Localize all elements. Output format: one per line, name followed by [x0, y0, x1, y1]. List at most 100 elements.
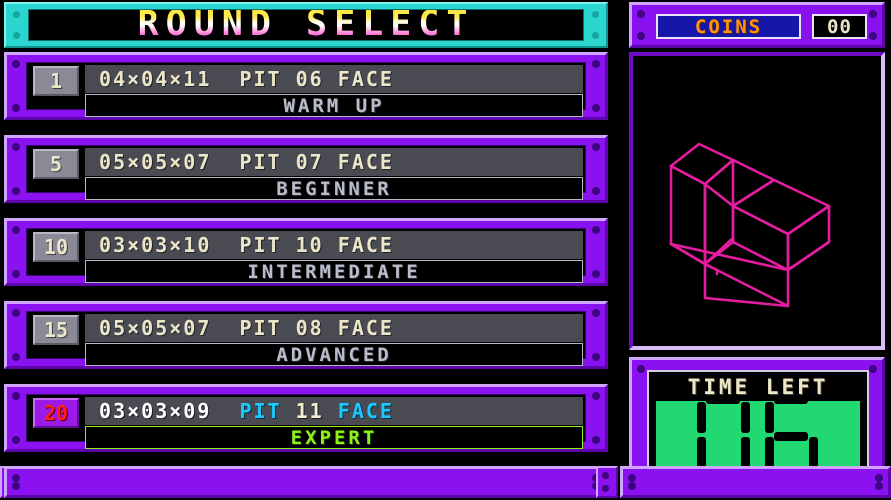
row-rivet-tr: [592, 309, 600, 317]
spec-gap: [324, 150, 338, 174]
spec-lead-space: [85, 316, 99, 340]
round-row-inner: 1 04×04×11 PIT 06 FACE WARM UP: [26, 62, 586, 117]
spec-dimensions: 04×04×11: [99, 67, 212, 91]
spec-dimensions: 05×05×07: [99, 316, 212, 340]
round-row[interactable]: 5 05×05×07 PIT 07 FACE BEGINNER: [4, 135, 608, 203]
round-name: INTERMEDIATE: [85, 260, 583, 283]
round-spec-line: 04×04×11 PIT 06 FACE: [85, 65, 583, 93]
bottom-right-bar: [620, 466, 891, 498]
spec-pit-value: 10: [295, 233, 324, 257]
round-number-badge: 20: [33, 398, 79, 428]
row-rivet-tl: [12, 226, 20, 234]
coins-label: COINS: [656, 14, 801, 39]
game-screen: ROUND SELECT 1 04×04×11 PIT 06 FACE WARM …: [0, 0, 891, 500]
spec-gap: [324, 399, 338, 423]
spec-pit-label: PIT: [239, 233, 282, 257]
spec-gap: [211, 233, 239, 257]
bottom-bar-rivet-bottom-left: [12, 482, 20, 490]
round-number-badge: 1: [33, 66, 79, 96]
row-rivet-bl: [12, 104, 20, 112]
row-rivet-br: [592, 353, 600, 361]
spec-lead-space: [85, 150, 99, 174]
round-row-inner: 20 03×03×09 PIT 11 FACE EXPERT: [26, 394, 586, 449]
round-number-badge: 15: [33, 315, 79, 345]
row-rivet-tr: [592, 143, 600, 151]
title-rivet-top-right: [592, 11, 599, 18]
round-row-inner: 5 05×05×07 PIT 07 FACE BEGINNER: [26, 145, 586, 200]
title-rivet-bottom-right: [592, 32, 599, 39]
row-rivet-tl: [12, 143, 20, 151]
mid-tab-rivet-top: [602, 472, 609, 479]
bottom-right-rivet-bottom-right: [875, 482, 883, 490]
round-row[interactable]: 20 03×03×09 PIT 11 FACE EXPERT: [4, 384, 608, 452]
round-spec-line: 05×05×07 PIT 08 FACE: [85, 314, 583, 342]
status-column: COINS 00 TIME LEFT: [620, 0, 891, 500]
bottom-right-rivet-top-right: [875, 474, 883, 482]
bottom-bar-rivet-top-left: [12, 474, 20, 482]
segment-f: [697, 402, 706, 433]
spec-gap: [211, 399, 239, 423]
spec-dimensions: 05×05×07: [99, 150, 212, 174]
spec-pit-value: 06: [295, 67, 324, 91]
segment-b: [741, 402, 750, 433]
row-rivet-bl: [12, 353, 20, 361]
spec-pit-value: 11: [295, 399, 324, 423]
spec-gap: [282, 67, 296, 91]
round-row[interactable]: 15 05×05×07 PIT 08 FACE ADVANCED: [4, 301, 608, 369]
time-rivet-top-right: [869, 365, 877, 373]
spec-gap: [324, 316, 338, 340]
row-rivet-tl: [12, 60, 20, 68]
spec-face-label: FACE: [337, 316, 394, 340]
segment-g: [774, 432, 808, 441]
segment-a: [774, 395, 808, 404]
spec-gap: [211, 150, 239, 174]
spec-face-label: FACE: [337, 67, 394, 91]
round-name: EXPERT: [85, 426, 583, 449]
round-spec-line: 03×03×09 PIT 11 FACE: [85, 397, 583, 425]
round-row[interactable]: 1 04×04×11 PIT 06 FACE WARM UP: [4, 52, 608, 120]
spec-face-label: FACE: [337, 150, 394, 174]
spec-pit-label: PIT: [239, 316, 282, 340]
segment-f: [765, 402, 774, 433]
segment-c: [741, 437, 750, 468]
row-rivet-br: [592, 104, 600, 112]
spec-pit-label: PIT: [239, 150, 282, 174]
round-number-badge: 10: [33, 232, 79, 262]
page-title: ROUND SELECT: [138, 10, 475, 40]
segment-c: [809, 437, 818, 468]
spec-dimensions: 03×03×10: [99, 233, 212, 257]
round-row-inner: 10 03×03×10 PIT 10 FACE INTERMEDIATE: [26, 228, 586, 283]
spec-gap: [211, 67, 239, 91]
time-rivet-top-left: [637, 365, 645, 373]
title-rivet-bottom-left: [13, 32, 20, 39]
coins-panel: COINS 00: [629, 2, 885, 48]
row-rivet-tl: [12, 392, 20, 400]
spec-face-label: FACE: [337, 233, 394, 257]
mid-tab-rivet-bottom: [602, 485, 609, 492]
round-select-column: ROUND SELECT 1 04×04×11 PIT 06 FACE WARM …: [0, 0, 616, 500]
bottom-right-rivet-top-left: [628, 474, 636, 482]
segment-e: [765, 437, 774, 468]
l-block-wireframe-icon: [669, 142, 831, 308]
bottom-left-bar: [4, 466, 608, 498]
time-lcd-screen: [656, 395, 860, 478]
round-row[interactable]: 10 03×03×10 PIT 10 FACE INTERMEDIATE: [4, 218, 608, 286]
coins-value: 00: [812, 14, 867, 39]
round-name: BEGINNER: [85, 177, 583, 200]
spec-lead-space: [85, 233, 99, 257]
round-spec-line: 05×05×07 PIT 07 FACE: [85, 148, 583, 176]
title-inner-frame: ROUND SELECT: [28, 9, 584, 41]
row-rivet-tr: [592, 226, 600, 234]
row-rivet-bl: [12, 436, 20, 444]
round-number-badge: 5: [33, 149, 79, 179]
spec-gap: [282, 233, 296, 257]
spec-face-label: FACE: [337, 399, 394, 423]
coins-rivet-bottom-left: [637, 32, 645, 40]
segment-e: [697, 437, 706, 468]
row-rivet-br: [592, 270, 600, 278]
piece-preview-panel: [629, 52, 885, 350]
spec-pit-value: 08: [295, 316, 324, 340]
spec-gap: [282, 399, 296, 423]
coins-rivet-top-right: [869, 10, 877, 18]
row-rivet-tr: [592, 60, 600, 68]
